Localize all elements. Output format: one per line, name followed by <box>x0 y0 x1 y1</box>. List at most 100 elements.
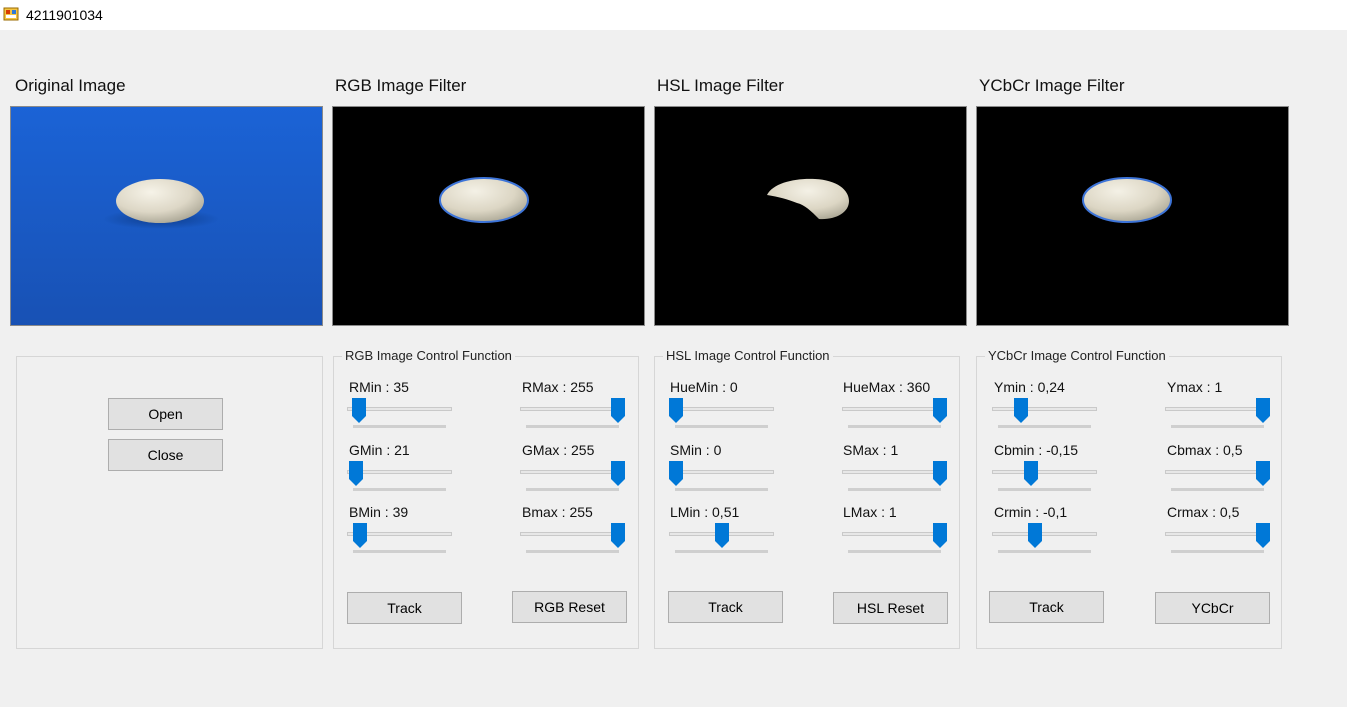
slider-track <box>992 407 1097 411</box>
slider-ticks <box>1171 488 1264 491</box>
rmin-label: RMin : 35 <box>349 379 409 395</box>
ymin-label: Ymin : 0,24 <box>994 379 1065 395</box>
slider-ticks <box>998 425 1091 428</box>
window-title: 4211901034 <box>26 7 103 23</box>
slider-track <box>520 470 625 474</box>
slider-ticks <box>848 488 941 491</box>
open-button[interactable]: Open <box>108 398 223 430</box>
slider-thumb[interactable] <box>669 398 683 424</box>
slider-thumb[interactable] <box>715 523 730 549</box>
slider-thumb[interactable] <box>1256 461 1270 487</box>
crmin-label: Crmin : -0,1 <box>994 504 1068 520</box>
slider-ticks <box>526 550 619 553</box>
app-icon <box>3 6 19 22</box>
huemax-slider[interactable] <box>842 396 947 430</box>
slider-ticks <box>675 425 768 428</box>
slider-track <box>842 407 947 411</box>
cbmax-label: Cbmax : 0,5 <box>1167 442 1243 458</box>
bmax-slider[interactable] <box>520 521 625 555</box>
title-bar: 4211901034 <box>0 0 1347 30</box>
slider-track <box>669 470 774 474</box>
close-button[interactable]: Close <box>108 439 223 471</box>
slider-ticks <box>353 425 446 428</box>
ycbcr-control-legend: YCbCr Image Control Function <box>985 348 1169 363</box>
rmax-label: RMax : 255 <box>522 379 594 395</box>
hsl-reset-button[interactable]: HSL Reset <box>833 592 948 624</box>
hsl-filter-title: HSL Image Filter <box>657 76 784 95</box>
slider-track <box>842 532 947 536</box>
slider-thumb[interactable] <box>669 461 683 487</box>
crmax-slider[interactable] <box>1165 521 1270 555</box>
slider-ticks <box>1171 550 1264 553</box>
hsl-track-button[interactable]: Track <box>668 591 783 623</box>
crmax-label: Crmax : 0,5 <box>1167 504 1240 520</box>
rgb-reset-button[interactable]: RGB Reset <box>512 591 627 623</box>
slider-thumb[interactable] <box>348 461 363 487</box>
slider-track <box>992 532 1097 536</box>
rgb-track-button[interactable]: Track <box>347 592 462 624</box>
hsl-control-legend: HSL Image Control Function <box>663 348 833 363</box>
slider-thumb[interactable] <box>933 461 947 487</box>
ymax-label: Ymax : 1 <box>1167 379 1223 395</box>
ycbcr-track-button[interactable]: Track <box>989 591 1104 623</box>
rmin-slider[interactable] <box>347 396 452 430</box>
slider-thumb[interactable] <box>353 523 368 549</box>
slider-thumb[interactable] <box>1256 398 1270 424</box>
smin-label: SMin : 0 <box>670 442 722 458</box>
rgb-filter-title: RGB Image Filter <box>335 76 467 95</box>
hsl-filtered-image <box>654 106 967 326</box>
slider-ticks <box>353 550 446 553</box>
slider-thumb[interactable] <box>611 461 625 487</box>
slider-thumb[interactable] <box>933 398 947 424</box>
ymin-slider[interactable] <box>992 396 1097 430</box>
slider-ticks <box>848 425 941 428</box>
ycbcr-filter-title: YCbCr Image Filter <box>979 76 1125 95</box>
ycbcr-control-group: YCbCr Image Control Function Ymin : 0,24… <box>976 348 1282 649</box>
crmin-slider[interactable] <box>992 521 1097 555</box>
smax-slider[interactable] <box>842 459 947 493</box>
smin-slider[interactable] <box>669 459 774 493</box>
rmax-slider[interactable] <box>520 396 625 430</box>
slider-ticks <box>526 488 619 491</box>
ymax-slider[interactable] <box>1165 396 1270 430</box>
rgb-control-legend: RGB Image Control Function <box>342 348 515 363</box>
gmin-label: GMin : 21 <box>349 442 410 458</box>
slider-track <box>520 532 625 536</box>
lmax-slider[interactable] <box>842 521 947 555</box>
slider-thumb[interactable] <box>1023 461 1038 487</box>
slider-thumb[interactable] <box>1013 398 1028 424</box>
huemin-slider[interactable] <box>669 396 774 430</box>
huemax-label: HueMax : 360 <box>843 379 931 395</box>
slider-track <box>1165 532 1270 536</box>
original-image-title: Original Image <box>15 76 126 95</box>
ycbcr-filtered-image <box>976 106 1289 326</box>
slider-thumb[interactable] <box>933 523 947 549</box>
cbmax-slider[interactable] <box>1165 459 1270 493</box>
gmax-slider[interactable] <box>520 459 625 493</box>
gmin-slider[interactable] <box>347 459 452 493</box>
bmin-slider[interactable] <box>347 521 452 555</box>
ycbcr-button[interactable]: YCbCr <box>1155 592 1270 624</box>
slider-ticks <box>998 488 1091 491</box>
slider-thumb[interactable] <box>611 523 625 549</box>
slider-track <box>669 407 774 411</box>
slider-track <box>1165 407 1270 411</box>
slider-ticks <box>675 550 768 553</box>
slider-ticks <box>848 550 941 553</box>
smax-label: SMax : 1 <box>843 442 899 458</box>
cbmin-slider[interactable] <box>992 459 1097 493</box>
slider-track <box>842 470 947 474</box>
slider-thumb[interactable] <box>1256 523 1270 549</box>
original-image <box>10 106 323 326</box>
slider-track <box>1165 470 1270 474</box>
rgb-control-group: RGB Image Control Function RMin : 35 RMa… <box>333 348 639 649</box>
lmin-slider[interactable] <box>669 521 774 555</box>
huemin-label: HueMin : 0 <box>670 379 738 395</box>
slider-thumb[interactable] <box>1028 523 1043 549</box>
file-control-group: Open Close <box>16 356 323 649</box>
gmax-label: GMax : 255 <box>522 442 595 458</box>
slider-thumb[interactable] <box>611 398 625 424</box>
slider-track <box>520 407 625 411</box>
slider-thumb[interactable] <box>352 398 367 424</box>
slider-ticks <box>1171 425 1264 428</box>
